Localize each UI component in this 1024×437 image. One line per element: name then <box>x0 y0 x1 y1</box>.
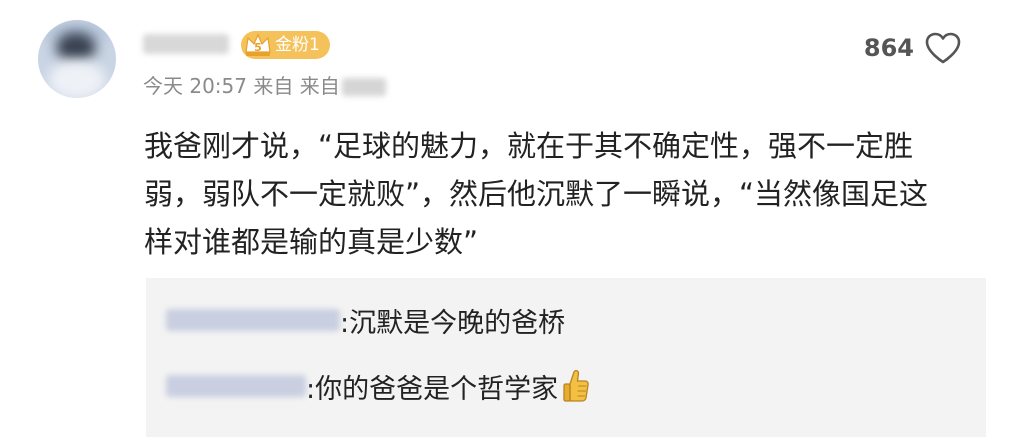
like-control[interactable]: 864 <box>864 30 962 66</box>
reply-username-blurred[interactable] <box>166 309 340 331</box>
avatar-blur-part <box>48 60 106 98</box>
comment-line: 我爸刚才说，“足球的魅力，就在于其不确定性，强不一定胜 <box>144 129 914 163</box>
badge-label: 金粉1 <box>275 35 320 55</box>
reply-text: :沉默是今晚的爸桥 <box>340 307 566 339</box>
username-blurred[interactable] <box>143 34 229 54</box>
comment-card: 5 金粉1 今天 20:57 来自 来自 864 我爸刚才说，“足球的魅力，就在… <box>0 0 1024 437</box>
avatar[interactable] <box>38 20 116 98</box>
reply-item[interactable]: :沉默是今晚的爸桥 <box>166 300 565 340</box>
thumbs-up-icon <box>563 369 589 402</box>
comment-meta: 今天 20:57 来自 来自 <box>143 70 386 99</box>
source-blurred <box>341 78 386 96</box>
reply-item[interactable]: :你的爸爸是个哲学家 <box>166 366 590 406</box>
heart-icon[interactable] <box>924 31 962 65</box>
reply-username-blurred[interactable] <box>166 375 306 397</box>
crown-icon: 5 <box>245 33 271 56</box>
reply-box[interactable]: :沉默是今晚的爸桥 :你的爸爸是个哲学家 <box>146 278 986 437</box>
comment-text: 我爸刚才说，“足球的魅力，就在于其不确定性，强不一定胜 弱，弱队不一定就败”，然… <box>144 122 974 266</box>
like-count: 864 <box>863 34 914 62</box>
comment-line: 弱，弱队不一定就败”，然后他沉默了一瞬说，“当然像国足这 <box>144 177 929 211</box>
comment-line: 样对谁都是输的真是少数” <box>144 225 479 259</box>
timestamp: 今天 20:57 来自 来自 <box>143 74 340 98</box>
badge-level: 5 <box>254 41 262 54</box>
reply-text: :你的爸爸是个哲学家 <box>306 373 559 405</box>
avatar-blur-part <box>56 32 96 62</box>
fan-badge[interactable]: 5 金粉1 <box>241 31 330 59</box>
